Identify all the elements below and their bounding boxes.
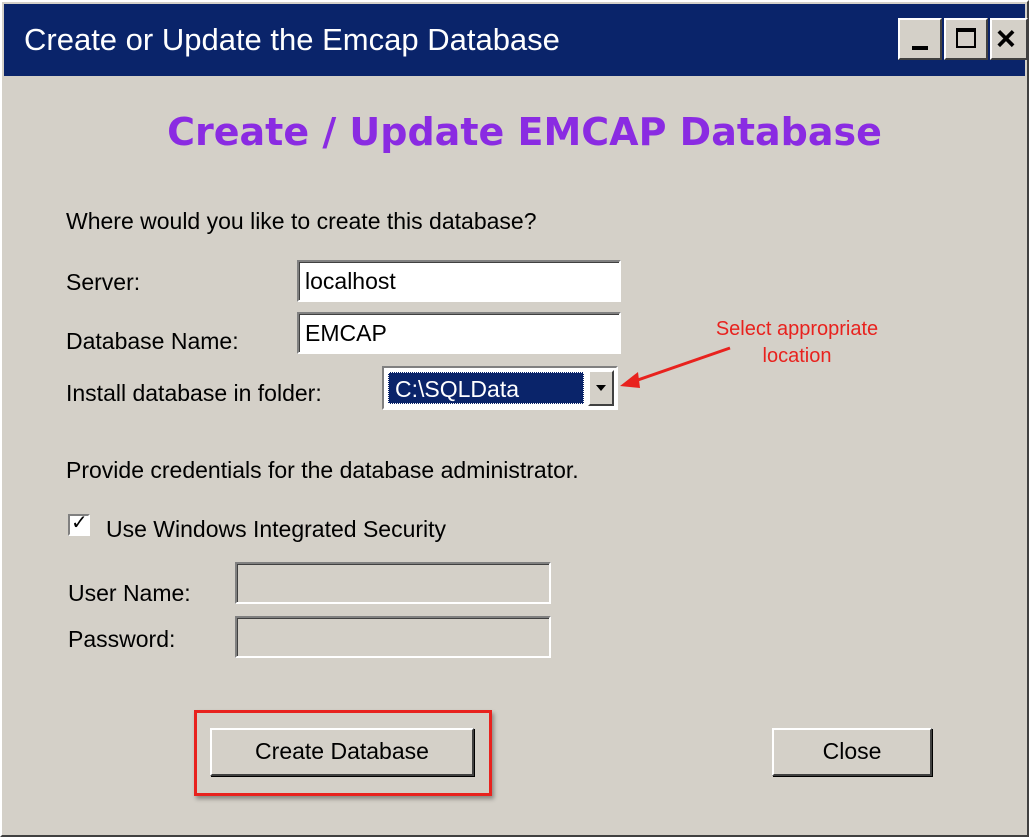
close-button[interactable]: Close <box>772 728 932 776</box>
credentials-prompt: Provide credentials for the database adm… <box>66 457 579 483</box>
page-title: Create / Update EMCAP Database <box>167 110 882 154</box>
dialog-window: Create or Update the Emcap Database × Cr… <box>0 0 1029 837</box>
password-input[interactable] <box>235 616 551 658</box>
server-label: Server: <box>66 269 141 295</box>
chevron-down-icon <box>596 385 606 391</box>
close-window-button[interactable]: × <box>990 18 1028 60</box>
create-database-button[interactable]: Create Database <box>210 728 474 776</box>
password-label: Password: <box>68 626 176 652</box>
close-icon: × <box>996 20 1016 58</box>
minimize-icon <box>912 46 928 50</box>
windows-security-checkbox[interactable]: ✓ <box>68 512 90 536</box>
server-input[interactable]: localhost <box>297 260 621 302</box>
dropdown-button[interactable] <box>588 370 614 406</box>
location-prompt: Where would you like to create this data… <box>66 208 537 234</box>
check-icon: ✓ <box>71 512 88 534</box>
database-name-label: Database Name: <box>66 328 239 354</box>
database-name-input[interactable]: EMCAP <box>297 312 621 354</box>
user-name-label: User Name: <box>68 580 191 606</box>
title-bar[interactable]: Create or Update the Emcap Database × <box>4 4 1028 76</box>
install-folder-value: C:\SQLData <box>388 372 584 404</box>
windows-security-label[interactable]: Use Windows Integrated Security <box>106 516 446 543</box>
install-folder-label: Install database in folder: <box>66 380 322 406</box>
maximize-icon <box>956 28 976 48</box>
maximize-button[interactable] <box>944 18 988 60</box>
minimize-button[interactable] <box>898 18 942 60</box>
install-folder-select[interactable]: C:\SQLData <box>382 366 618 410</box>
annotation-arrow-icon <box>620 346 731 388</box>
window-title: Create or Update the Emcap Database <box>24 22 560 57</box>
user-name-input[interactable] <box>235 562 551 604</box>
